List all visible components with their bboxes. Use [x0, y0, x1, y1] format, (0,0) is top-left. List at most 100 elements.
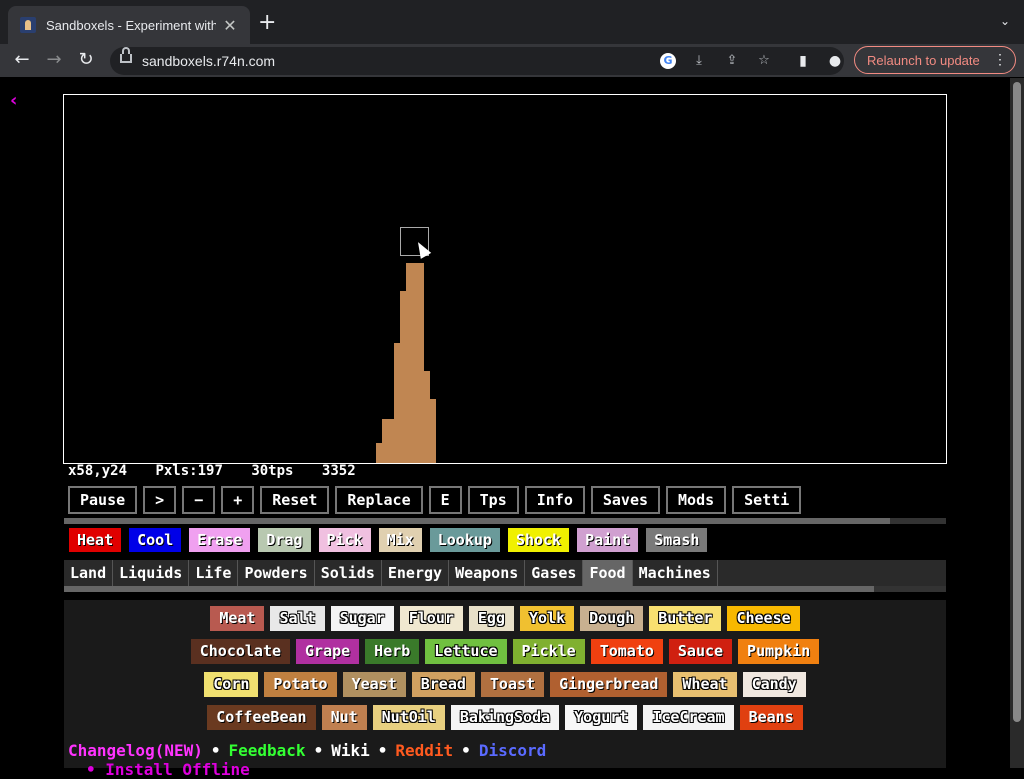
element-button-sugar[interactable]: Sugar [330, 606, 394, 631]
control-button-setti[interactable]: Setti [732, 486, 802, 514]
scrollbar-thumb[interactable] [64, 586, 874, 592]
element-button-bakingsoda[interactable]: BakingSoda [450, 705, 560, 730]
tool-button-smash[interactable]: Smash [645, 527, 709, 553]
control-button-tps[interactable]: Tps [467, 486, 519, 514]
control-button-btn2[interactable]: − [182, 486, 216, 514]
scrollbar-thumb[interactable] [64, 518, 890, 524]
category-tab-gases[interactable]: Gases [525, 560, 584, 586]
tool-button-drag[interactable]: Drag [257, 527, 312, 553]
element-button-lettuce[interactable]: Lettuce [425, 639, 507, 664]
element-button-pickle[interactable]: Pickle [512, 639, 585, 664]
element-button-gingerbread[interactable]: Gingerbread [550, 672, 668, 697]
install-offline-label[interactable]: Install Offline [105, 760, 250, 779]
tool-button-paint[interactable]: Paint [576, 527, 640, 553]
url-text[interactable]: sandboxels.r74n.com [142, 53, 275, 69]
game-canvas[interactable] [63, 94, 947, 464]
element-button-potato[interactable]: Potato [264, 672, 337, 697]
category-tab-land[interactable]: Land [64, 560, 114, 586]
control-button-reset[interactable]: Reset [260, 486, 330, 514]
element-button-wheat[interactable]: Wheat [673, 672, 737, 697]
install-app-icon[interactable]: ⤓ [691, 53, 707, 69]
chrome-menu-icon[interactable]: ⋮ [993, 51, 1007, 68]
element-button-flour[interactable]: Flour [399, 606, 463, 631]
forward-arrow-icon[interactable]: → [42, 48, 66, 72]
element-button-yogurt[interactable]: Yogurt [565, 705, 638, 730]
footer-link-discord[interactable]: Discord [479, 741, 546, 760]
control-button-btn1[interactable]: > [143, 486, 177, 514]
category-tab-energy[interactable]: Energy [382, 560, 450, 586]
tool-button-shock[interactable]: Shock [506, 527, 571, 553]
profile-icon[interactable]: ● [826, 52, 844, 70]
element-button-icecream[interactable]: IceCream [643, 705, 734, 730]
element-button-toast[interactable]: Toast [480, 672, 545, 697]
lock-icon[interactable] [120, 47, 132, 63]
pixel-column [382, 419, 394, 463]
control-button-pause[interactable]: Pause [68, 486, 138, 514]
tool-button-pick[interactable]: Pick [317, 527, 372, 553]
element-button-pumpkin[interactable]: Pumpkin [738, 639, 820, 664]
category-tab-life[interactable]: Life [189, 560, 239, 586]
element-button-beans[interactable]: Beans [739, 705, 803, 730]
category-tab-weapons[interactable]: Weapons [449, 560, 526, 586]
element-button-grape[interactable]: Grape [296, 639, 360, 664]
control-button-e[interactable]: E [428, 486, 462, 514]
tool-button-lookup[interactable]: Lookup [428, 527, 501, 553]
reload-icon[interactable]: ↻ [74, 48, 98, 72]
element-button-chocolate[interactable]: Chocolate [190, 639, 291, 664]
relaunch-label: Relaunch to update [867, 53, 980, 68]
tab-search-chevron-icon[interactable]: ⌄ [1000, 14, 1010, 28]
categories-scrollbar[interactable] [64, 586, 946, 592]
scrollbar-thumb[interactable] [1013, 82, 1021, 722]
footer-link-reddit[interactable]: Reddit [395, 741, 453, 760]
install-offline-link[interactable]: • Install Offline [86, 760, 250, 779]
category-tab-solids[interactable]: Solids [315, 560, 382, 586]
element-button-yeast[interactable]: Yeast [342, 672, 406, 697]
footer-link-changelog-new[interactable]: Changelog(NEW) [68, 741, 203, 760]
element-button-coffeebean[interactable]: CoffeeBean [207, 705, 316, 730]
google-icon[interactable]: G [660, 53, 676, 69]
tool-button-erase[interactable]: Erase [188, 527, 252, 553]
page-scrollbar[interactable] [1010, 78, 1024, 768]
element-button-butter[interactable]: Butter [649, 606, 722, 631]
element-button-salt[interactable]: Salt [270, 606, 325, 631]
share-icon[interactable]: ⇪ [724, 53, 740, 69]
element-button-meat[interactable]: Meat [210, 606, 265, 631]
element-button-corn[interactable]: Corn [204, 672, 259, 697]
category-tab-machines[interactable]: Machines [633, 560, 718, 586]
relaunch-to-update-button[interactable]: Relaunch to update ⋮ [854, 46, 1016, 74]
bookmark-star-icon[interactable]: ☆ [756, 53, 772, 69]
control-button-replace[interactable]: Replace [335, 486, 423, 514]
element-button-nutoil[interactable]: NutOil [372, 705, 445, 730]
element-button-cheese[interactable]: Cheese [727, 606, 800, 631]
element-button-tomato[interactable]: Tomato [590, 639, 663, 664]
browser-tab[interactable]: Sandboxels - Experiment with P ✕ [8, 6, 250, 44]
footer-link-feedback[interactable]: Feedback [229, 741, 306, 760]
element-button-sauce[interactable]: Sauce [668, 639, 733, 664]
element-button-candy[interactable]: Candy [742, 672, 806, 697]
control-button-mods[interactable]: Mods [666, 486, 727, 514]
close-tab-icon[interactable]: ✕ [222, 16, 238, 35]
address-bar[interactable]: sandboxels.r74n.com G ⤓ ⇪ ☆ [110, 47, 844, 75]
category-tab-food[interactable]: Food [583, 560, 633, 586]
tool-button-heat[interactable]: Heat [68, 527, 123, 553]
control-button-saves[interactable]: Saves [590, 486, 661, 514]
back-chevron-icon[interactable]: ‹ [10, 90, 17, 111]
back-arrow-icon[interactable]: ← [10, 48, 34, 72]
side-panel-icon[interactable]: ▮ [794, 52, 812, 70]
control-button-info[interactable]: Info [524, 486, 585, 514]
element-button-dough[interactable]: Dough [580, 606, 644, 631]
tick-count: 3352 [321, 463, 356, 479]
element-button-herb[interactable]: Herb [365, 639, 420, 664]
control-button-btn3[interactable]: + [221, 486, 255, 514]
footer-link-wiki[interactable]: Wiki [331, 741, 370, 760]
element-button-egg[interactable]: Egg [468, 606, 514, 631]
category-tab-powders[interactable]: Powders [238, 560, 315, 586]
element-button-yolk[interactable]: Yolk [520, 606, 575, 631]
category-tab-liquids[interactable]: Liquids [113, 560, 190, 586]
tool-button-cool[interactable]: Cool [128, 527, 183, 553]
tool-button-mix[interactable]: Mix [377, 527, 423, 553]
element-button-nut[interactable]: Nut [321, 705, 367, 730]
controls-scrollbar[interactable] [64, 518, 946, 524]
new-tab-icon[interactable]: + [258, 12, 276, 34]
element-button-bread[interactable]: Bread [411, 672, 475, 697]
